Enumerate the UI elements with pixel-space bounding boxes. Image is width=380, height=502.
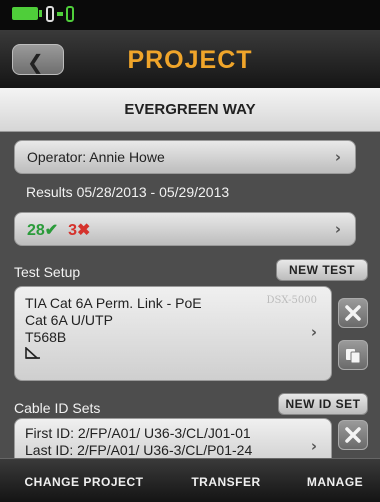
- last-id: Last ID: 2/FP/A01/ U36-3/CL/P01-24: [25, 442, 253, 458]
- chevron-right-icon: ›: [334, 220, 341, 238]
- test-limit: TIA Cat 6A Perm. Link - PoE: [25, 295, 202, 311]
- close-icon: [345, 427, 361, 443]
- device-model: DSX-5000: [266, 295, 317, 306]
- results-date-range: Results 05/28/2013 - 05/29/2013: [26, 184, 230, 200]
- operator-row[interactable]: Operator: Annie Howe ›: [14, 140, 356, 174]
- status-bar: [0, 0, 380, 30]
- operator-label: Operator: Annie Howe: [27, 149, 165, 165]
- test-setup-card[interactable]: DSX-5000 TIA Cat 6A Perm. Link - PoE Cat…: [14, 286, 332, 381]
- title-bar: ❮ PROJECT: [0, 30, 380, 88]
- results-summary: 28✔ 3✖: [27, 220, 90, 240]
- manage-button[interactable]: MANAGE: [294, 469, 376, 495]
- chevron-right-icon: ›: [310, 437, 317, 455]
- battery-icon: [12, 7, 42, 20]
- chevron-right-icon: ›: [310, 323, 317, 341]
- ruler-icon: [25, 347, 40, 359]
- bottom-bar: CHANGE PROJECT TRANSFER MANAGE: [0, 458, 380, 502]
- cable-type: Cat 6A U/UTP: [25, 312, 113, 328]
- delete-id-set-button[interactable]: [338, 420, 368, 450]
- change-project-button[interactable]: CHANGE PROJECT: [10, 469, 158, 495]
- copy-icon: [346, 349, 361, 364]
- delete-test-button[interactable]: [338, 298, 368, 328]
- page-title: PROJECT: [127, 46, 253, 74]
- cable-id-sets-label: Cable ID Sets: [14, 400, 101, 416]
- project-name-bar: EVERGREEN WAY: [0, 88, 380, 132]
- test-setup-label: Test Setup: [14, 264, 81, 280]
- pass-check-icon: ✔: [44, 222, 59, 239]
- transfer-button[interactable]: TRANSFER: [176, 469, 276, 495]
- pass-count: 28: [27, 222, 45, 239]
- fail-count: 3: [68, 222, 77, 239]
- connection-status-icon: [46, 6, 74, 22]
- fail-x-icon: ✖: [77, 222, 91, 239]
- close-icon: [345, 305, 361, 321]
- chevron-right-icon: ›: [334, 148, 341, 166]
- wiring-standard: T568B: [25, 329, 67, 345]
- screen: ❮ PROJECT EVERGREEN WAY Operator: Annie …: [0, 0, 380, 502]
- copy-test-button[interactable]: [338, 340, 368, 370]
- new-id-set-button[interactable]: NEW ID SET: [278, 393, 368, 415]
- results-row[interactable]: 28✔ 3✖ ›: [14, 212, 356, 246]
- new-test-button[interactable]: NEW TEST: [276, 259, 368, 281]
- project-name: EVERGREEN WAY: [124, 101, 256, 118]
- first-id: First ID: 2/FP/A01/ U36-3/CL/J01-01: [25, 425, 251, 441]
